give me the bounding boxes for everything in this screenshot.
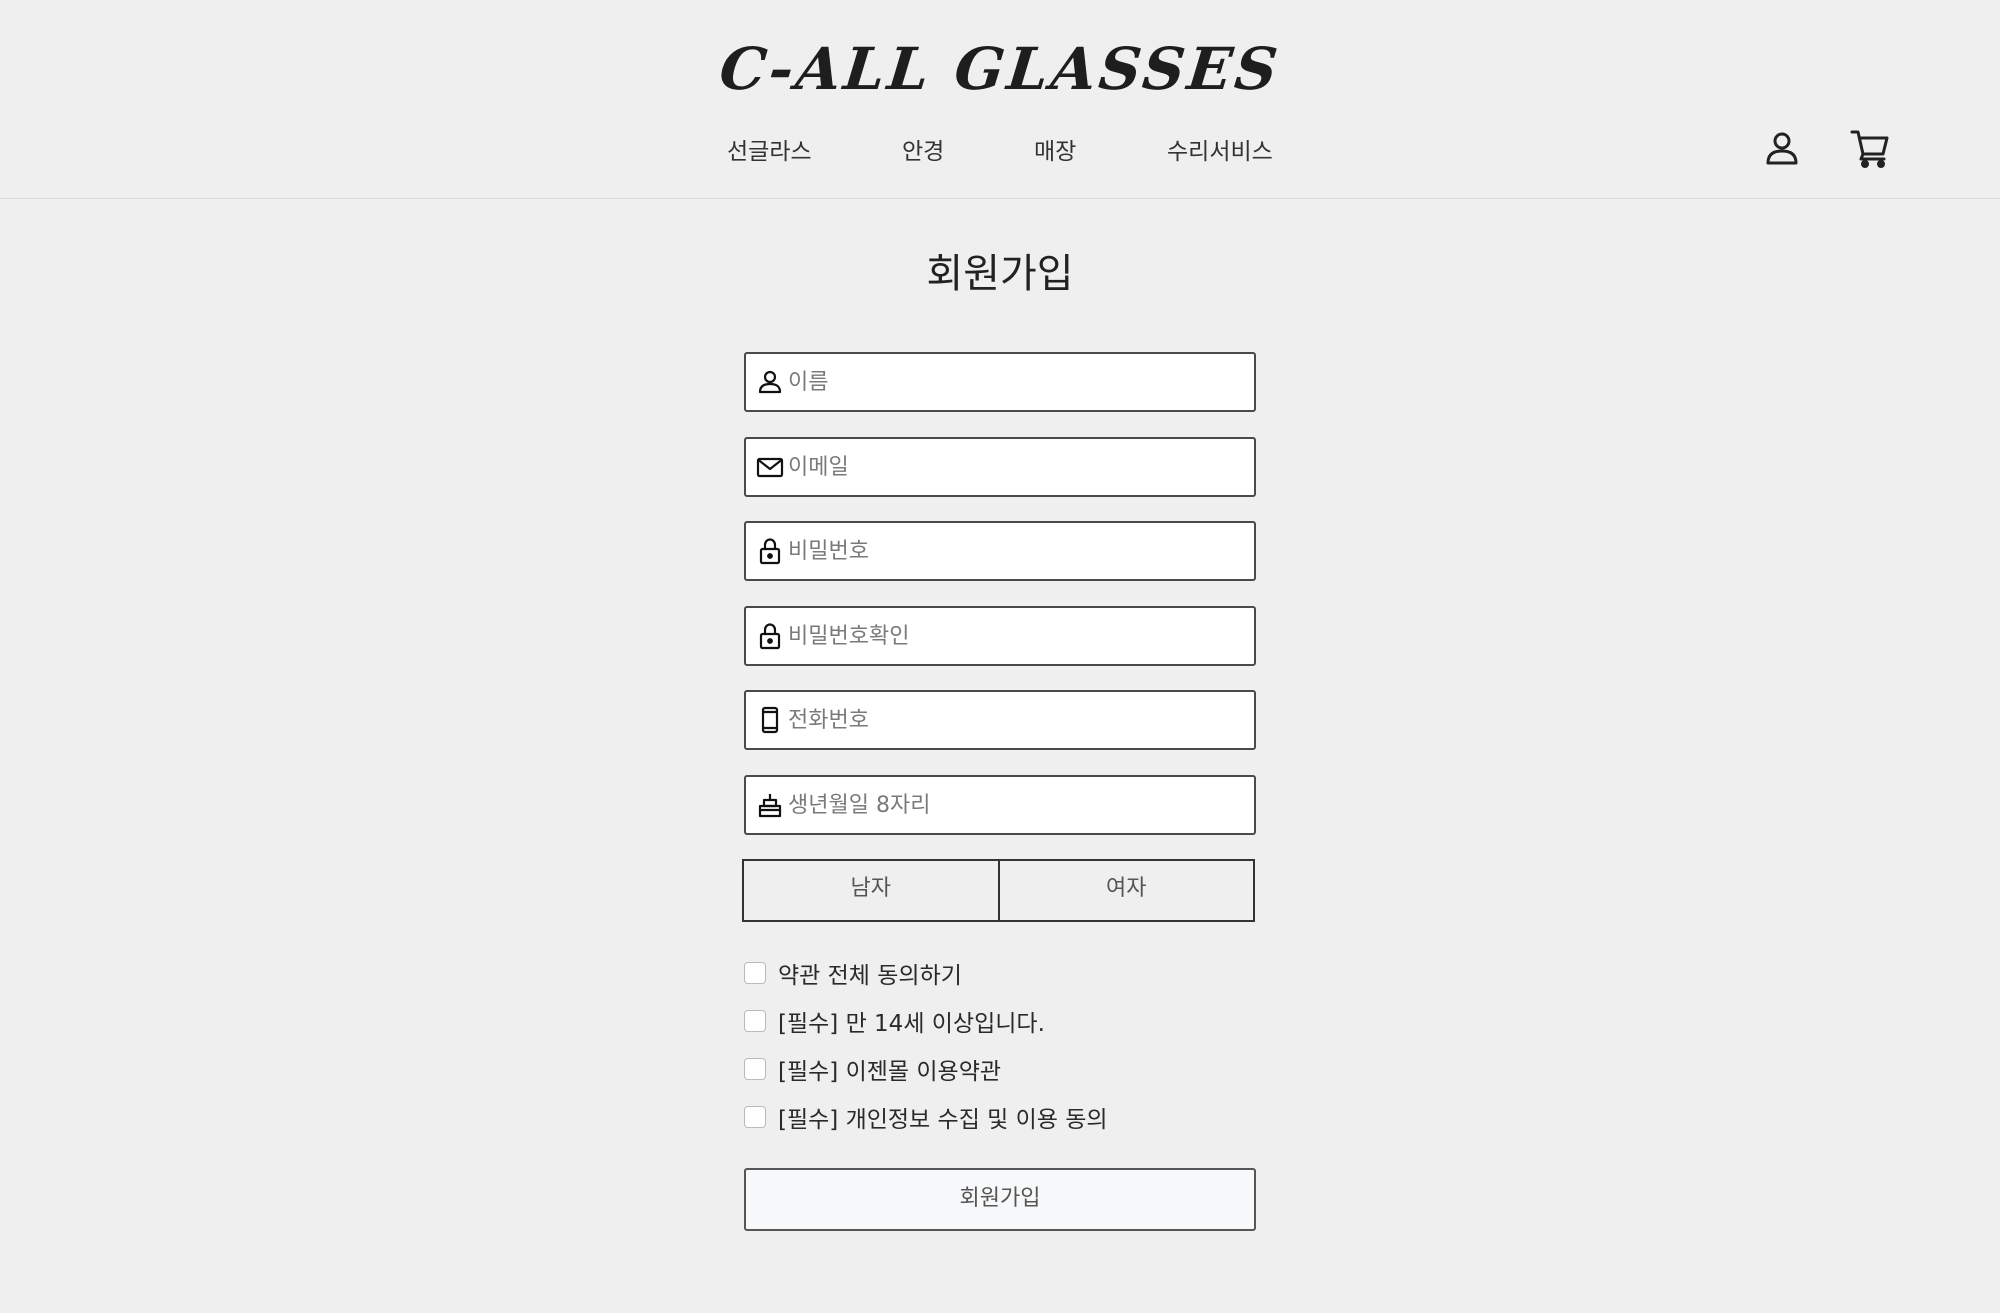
agree-all-label[interactable]: 약관 전체 동의하기 xyxy=(778,956,962,990)
site-logo[interactable]: C-ALL GLASSES xyxy=(0,34,2000,104)
password-field xyxy=(744,521,1256,581)
nav-item-repair-service[interactable]: 수리서비스 xyxy=(1167,134,1273,170)
phone-icon xyxy=(756,706,784,734)
birthdate-field xyxy=(744,775,1256,835)
agree-privacy-label[interactable]: [필수] 개인정보 수집 및 이용 동의 xyxy=(778,1100,1108,1134)
mail-icon xyxy=(756,453,784,481)
lock-icon xyxy=(756,537,784,565)
lock-icon xyxy=(756,622,784,650)
signup-submit-button[interactable]: 회원가입 xyxy=(744,1168,1256,1231)
password-confirm-field xyxy=(744,606,1256,666)
user-icon[interactable] xyxy=(1760,126,1804,170)
agree-age-label[interactable]: [필수] 만 14세 이상입니다. xyxy=(778,1004,1045,1038)
gender-male-button[interactable]: 남자 xyxy=(744,861,1000,920)
agree-privacy-row: [필수] 개인정보 수집 및 이용 동의 xyxy=(744,1101,1108,1133)
nav-item-glasses[interactable]: 안경 xyxy=(902,134,944,170)
agree-terms-checkbox[interactable] xyxy=(744,1058,766,1080)
agree-privacy-checkbox[interactable] xyxy=(744,1106,766,1128)
main-nav: 선글라스 안경 매장 수리서비스 xyxy=(0,134,2000,170)
gender-selector: 남자 여자 xyxy=(742,859,1255,922)
gender-female-button[interactable]: 여자 xyxy=(1000,861,1254,920)
phone-input[interactable] xyxy=(788,692,1244,748)
email-input[interactable] xyxy=(788,439,1244,495)
nav-item-stores[interactable]: 매장 xyxy=(1034,134,1076,170)
agree-terms-label[interactable]: [필수] 이젠몰 이용약관 xyxy=(778,1052,1001,1086)
agree-all-checkbox[interactable] xyxy=(744,962,766,984)
person-icon xyxy=(756,368,784,396)
name-input[interactable] xyxy=(788,354,1244,410)
cake-icon xyxy=(756,791,784,819)
agree-terms-row: [필수] 이젠몰 이용약관 xyxy=(744,1053,1001,1085)
password-confirm-input[interactable] xyxy=(788,608,1244,664)
agree-all-row: 약관 전체 동의하기 xyxy=(744,957,962,989)
phone-field xyxy=(744,690,1256,750)
agree-age-row: [필수] 만 14세 이상입니다. xyxy=(744,1005,1045,1037)
name-field xyxy=(744,352,1256,412)
nav-item-sunglasses[interactable]: 선글라스 xyxy=(727,134,812,170)
password-input[interactable] xyxy=(788,523,1244,579)
cart-icon[interactable] xyxy=(1848,126,1892,170)
agree-age-checkbox[interactable] xyxy=(744,1010,766,1032)
birthdate-input[interactable] xyxy=(788,777,1244,833)
email-field xyxy=(744,437,1256,497)
page-title: 회원가입 xyxy=(926,251,1074,297)
site-header: C-ALL GLASSES 선글라스 안경 매장 수리서비스 xyxy=(0,0,2000,199)
